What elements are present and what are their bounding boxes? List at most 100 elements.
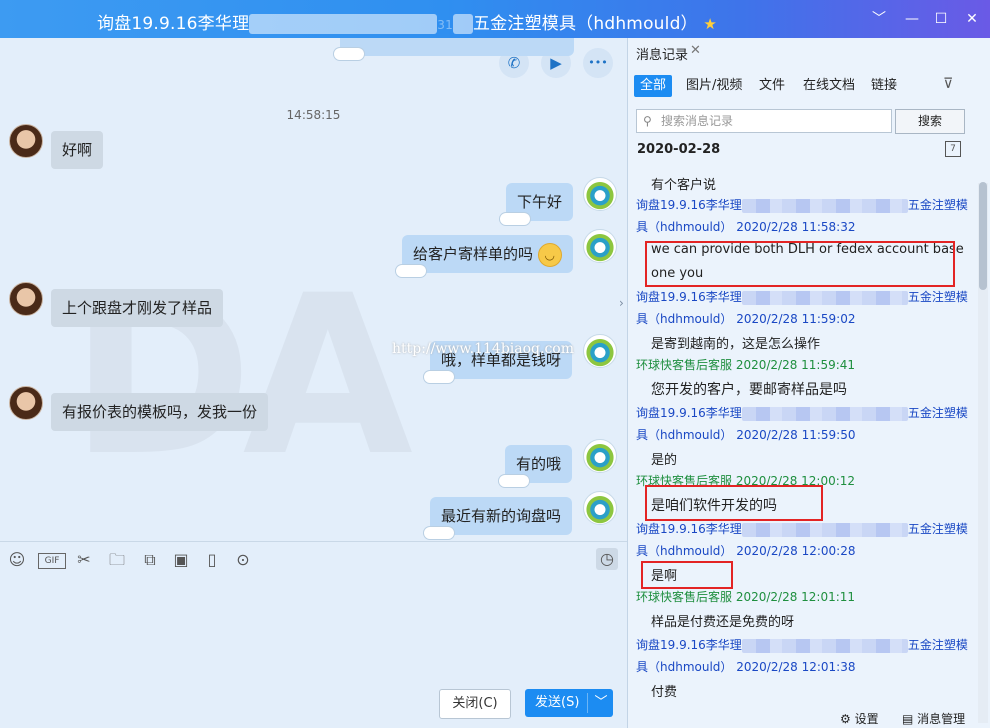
message-manage-icon: ▤: [902, 712, 914, 726]
sender-name: 询盘19.9.16李华理: [636, 406, 742, 420]
history-pane: 消息记录 ✕ 全部 图片/视频 文件 在线文档 链接 ⊽ ⚲ 搜索消息记录 搜索…: [628, 38, 990, 728]
history-message: 您开发的客户，要邮寄样品是吗: [651, 382, 847, 398]
bubble-cloud-decoration: [334, 48, 364, 60]
bubble-cloud-decoration: [499, 475, 529, 487]
history-date: 2020-02-28: [637, 142, 721, 157]
history-sender: 询盘19.9.16李华理 五金注塑模: [636, 520, 986, 537]
sender-name-end: 五金注塑模: [907, 290, 968, 304]
self-avatar[interactable]: [583, 177, 617, 211]
screenshot-icon[interactable]: ⧉: [140, 550, 160, 570]
contact-avatar[interactable]: [9, 386, 43, 420]
contact-avatar[interactable]: [9, 124, 43, 158]
vibrate-icon[interactable]: ▯: [202, 550, 222, 570]
star-icon[interactable]: ★: [703, 15, 717, 33]
tab-history[interactable]: 消息记录: [636, 44, 688, 63]
title-redaction-2: [452, 14, 473, 34]
scissors-icon[interactable]: ✂: [74, 550, 94, 570]
filter-media[interactable]: 图片/视频: [680, 75, 748, 97]
send-dropdown-icon[interactable]: ﹀: [591, 689, 611, 717]
gif-icon[interactable]: GIF: [38, 553, 66, 569]
self-avatar[interactable]: [583, 491, 617, 525]
self-avatar[interactable]: [583, 334, 617, 368]
history-sender-time: 具（hdhmould） 2020/2/28 12:01:38: [636, 660, 856, 674]
message-bubble: 下午好: [500, 183, 574, 225]
emoji-picker-icon[interactable]: ☺: [7, 550, 27, 570]
title-prefix: 询盘19.9.16李华理: [97, 14, 250, 34]
contact-avatar[interactable]: [9, 282, 43, 316]
message-bubble: 给客户寄样单的吗 ◡: [396, 235, 573, 277]
history-sender-time: 环球快客售后客服 2020/2/28 11:59:41: [636, 358, 856, 372]
chat-pane: DA ✆ ▶ ••• 14:58:15 好啊 下午好 给客户寄样单的吗 ◡ 上个…: [0, 38, 627, 541]
message-bubble-partial: [334, 38, 574, 60]
more-options-icon[interactable]: •••: [583, 48, 613, 78]
minimize-icon[interactable]: —: [902, 9, 922, 29]
history-sender-time: 具（hdhmould） 2020/2/28 11:59:50: [636, 428, 856, 442]
history-icon[interactable]: ◷: [596, 548, 618, 570]
message-manage-button[interactable]: ▤ 消息管理: [902, 710, 965, 727]
history-message: 样品是付费还是免费的呀: [651, 615, 795, 630]
filter-all[interactable]: 全部: [634, 75, 673, 97]
history-sender-time: 具（hdhmould） 2020/2/28 12:00:28: [636, 544, 856, 558]
message-text: 下午好: [517, 193, 563, 211]
window-title: 询盘19.9.16李华理 31 五金注塑模具（hdhmould） ★: [97, 9, 717, 34]
history-sender-time: 具（hdhmould） 2020/2/28 11:59:02: [636, 312, 856, 326]
self-avatar[interactable]: [583, 439, 617, 473]
emoji-icon: ◡: [537, 242, 562, 267]
sender-redaction: [741, 290, 908, 305]
close-icon[interactable]: ✕: [962, 9, 982, 29]
filter-options-icon[interactable]: ⊽: [943, 76, 953, 92]
settings-label: 设置: [854, 712, 879, 726]
send-button[interactable]: 发送(S) ﹀: [525, 689, 613, 717]
tab-close-icon[interactable]: ✕: [690, 43, 701, 58]
message-manage-label: 消息管理: [917, 712, 966, 726]
search-button[interactable]: 搜索: [895, 109, 965, 134]
message-timestamp: 14:58:15: [286, 108, 341, 122]
filter-files[interactable]: 文件: [753, 75, 791, 97]
watermark-logo: DA: [70, 248, 413, 504]
history-message: 是寄到越南的，这是怎么操作: [651, 337, 821, 352]
history-sender-time: 环球快客售后客服 2020/2/28 12:01:11: [636, 590, 856, 604]
close-button[interactable]: 关闭(C): [439, 689, 511, 719]
sender-name-end: 五金注塑模: [907, 638, 968, 652]
message-input[interactable]: 关闭(C) 发送(S) ﹀: [0, 578, 627, 728]
sender-name-end: 五金注塑模: [907, 198, 968, 212]
filter-links[interactable]: 链接: [865, 75, 903, 97]
sender-name-end: 五金注塑模: [907, 522, 968, 536]
image-icon[interactable]: ▣: [171, 550, 191, 570]
send-split-divider: [587, 693, 588, 713]
sender-redaction: [741, 406, 908, 421]
sender-name: 询盘19.9.16李华理: [636, 638, 742, 652]
search-icon: ⚲: [643, 114, 652, 128]
sender-name: 询盘19.9.16李华理: [636, 290, 742, 304]
sender-name: 询盘19.9.16李华理: [636, 198, 742, 212]
search-placeholder: 搜索消息记录: [661, 114, 734, 128]
message-bubble: 好啊: [51, 131, 104, 169]
message-bubble: 有报价表的模板吗，发我一份: [51, 393, 269, 431]
history-message: 付费: [651, 685, 678, 700]
collapse-icon[interactable]: ﹀: [869, 9, 889, 29]
watermark-url: http://www.114biaoq.com: [392, 341, 575, 357]
folder-icon[interactable]: 🗀: [107, 550, 127, 570]
self-avatar[interactable]: [583, 229, 617, 263]
bubble-cloud-decoration: [500, 213, 530, 225]
history-sender: 询盘19.9.16李华理 五金注塑模: [636, 404, 986, 421]
send-label: 发送(S): [535, 695, 580, 710]
title-redaction: [249, 14, 438, 34]
bubble-cloud-decoration: [424, 371, 454, 383]
calendar-icon[interactable]: 7: [945, 141, 961, 157]
maximize-icon[interactable]: ☐: [931, 9, 951, 29]
message-text: 给客户寄样单的吗: [413, 245, 534, 263]
settings-button[interactable]: ⚙ 设置: [840, 710, 879, 727]
more-icon[interactable]: ⊙: [233, 550, 253, 570]
history-scrollbar-thumb[interactable]: [979, 182, 987, 290]
sender-name: 询盘19.9.16李华理: [636, 522, 742, 536]
input-toolbar: ☺ GIF ✂ 🗀 ⧉ ▣ ▯ ⊙ ◷: [0, 541, 627, 578]
history-sender-time: 具（hdhmould） 2020/2/28 11:58:32: [636, 220, 856, 234]
message-bubble: 最近有新的询盘吗: [424, 497, 573, 539]
sender-name-end: 五金注塑模: [907, 406, 968, 420]
sender-redaction: [741, 638, 908, 653]
search-input[interactable]: ⚲ 搜索消息记录: [636, 109, 892, 133]
filter-online-docs[interactable]: 在线文档: [797, 75, 861, 97]
sender-redaction: [741, 522, 908, 537]
message-text: 最近有新的询盘吗: [441, 507, 562, 525]
